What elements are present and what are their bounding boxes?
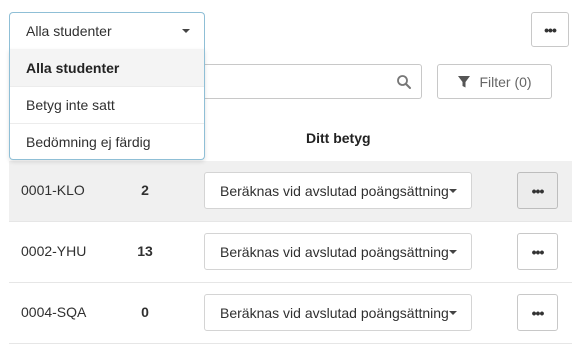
search-input[interactable] [203, 64, 422, 99]
caret-down-icon [182, 29, 190, 33]
grade-column-header: Ditt betyg [306, 130, 371, 146]
table-row: 0001-KLO 2 Beräknas vid avslutad poängsä… [9, 161, 572, 222]
menu-item-grade-not-set[interactable]: Betyg inte satt [10, 86, 204, 123]
grade-select-value: Beräknas vid avslutad poängsättning [220, 243, 449, 260]
more-options-button[interactable]: ••• [531, 12, 569, 47]
caret-down-icon [449, 250, 457, 254]
row-more-button[interactable]: ••• [517, 294, 558, 331]
ellipsis-icon: ••• [544, 21, 557, 38]
menu-item-assessment-incomplete[interactable]: Bedömning ej färdig [10, 123, 204, 159]
ellipsis-icon: ••• [531, 243, 545, 260]
filter-button[interactable]: Filter (0) [437, 64, 552, 99]
row-more-button[interactable]: ••• [517, 233, 558, 270]
ellipsis-icon: ••• [531, 304, 545, 321]
grade-select[interactable]: Beräknas vid avslutad poängsättning [204, 294, 472, 331]
ellipsis-icon: ••• [531, 182, 545, 199]
funnel-icon [458, 75, 471, 87]
search-icon [397, 75, 411, 89]
student-id: 0001-KLO [21, 182, 85, 198]
count-value: 0 [141, 304, 149, 320]
row-more-button[interactable]: ••• [517, 172, 558, 209]
grade-select-value: Beräknas vid avslutad poängsättning [220, 182, 449, 199]
grade-select-value: Beräknas vid avslutad poängsättning [220, 304, 449, 321]
table-row: 0004-SQA 0 Beräknas vid avslutad poängsä… [9, 283, 572, 344]
caret-down-icon [449, 189, 457, 193]
student-id: 0004-SQA [21, 304, 87, 320]
grade-select[interactable]: Beräknas vid avslutad poängsättning [204, 233, 472, 270]
student-id: 0002-YHU [21, 243, 87, 259]
caret-down-icon [449, 311, 457, 315]
student-filter-value: Alla studenter [26, 23, 112, 39]
table-row: 0002-YHU 13 Beräknas vid avslutad poängs… [9, 222, 572, 283]
grade-select[interactable]: Beräknas vid avslutad poängsättning [204, 172, 472, 209]
student-filter-select[interactable]: Alla studenter [9, 12, 205, 49]
menu-item-all-students[interactable]: Alla studenter [10, 49, 204, 86]
count-value: 2 [141, 182, 149, 198]
count-value: 13 [137, 243, 153, 259]
student-filter-menu: Alla studenter Betyg inte satt Bedömning… [9, 49, 205, 160]
filter-label: Filter (0) [479, 73, 532, 90]
